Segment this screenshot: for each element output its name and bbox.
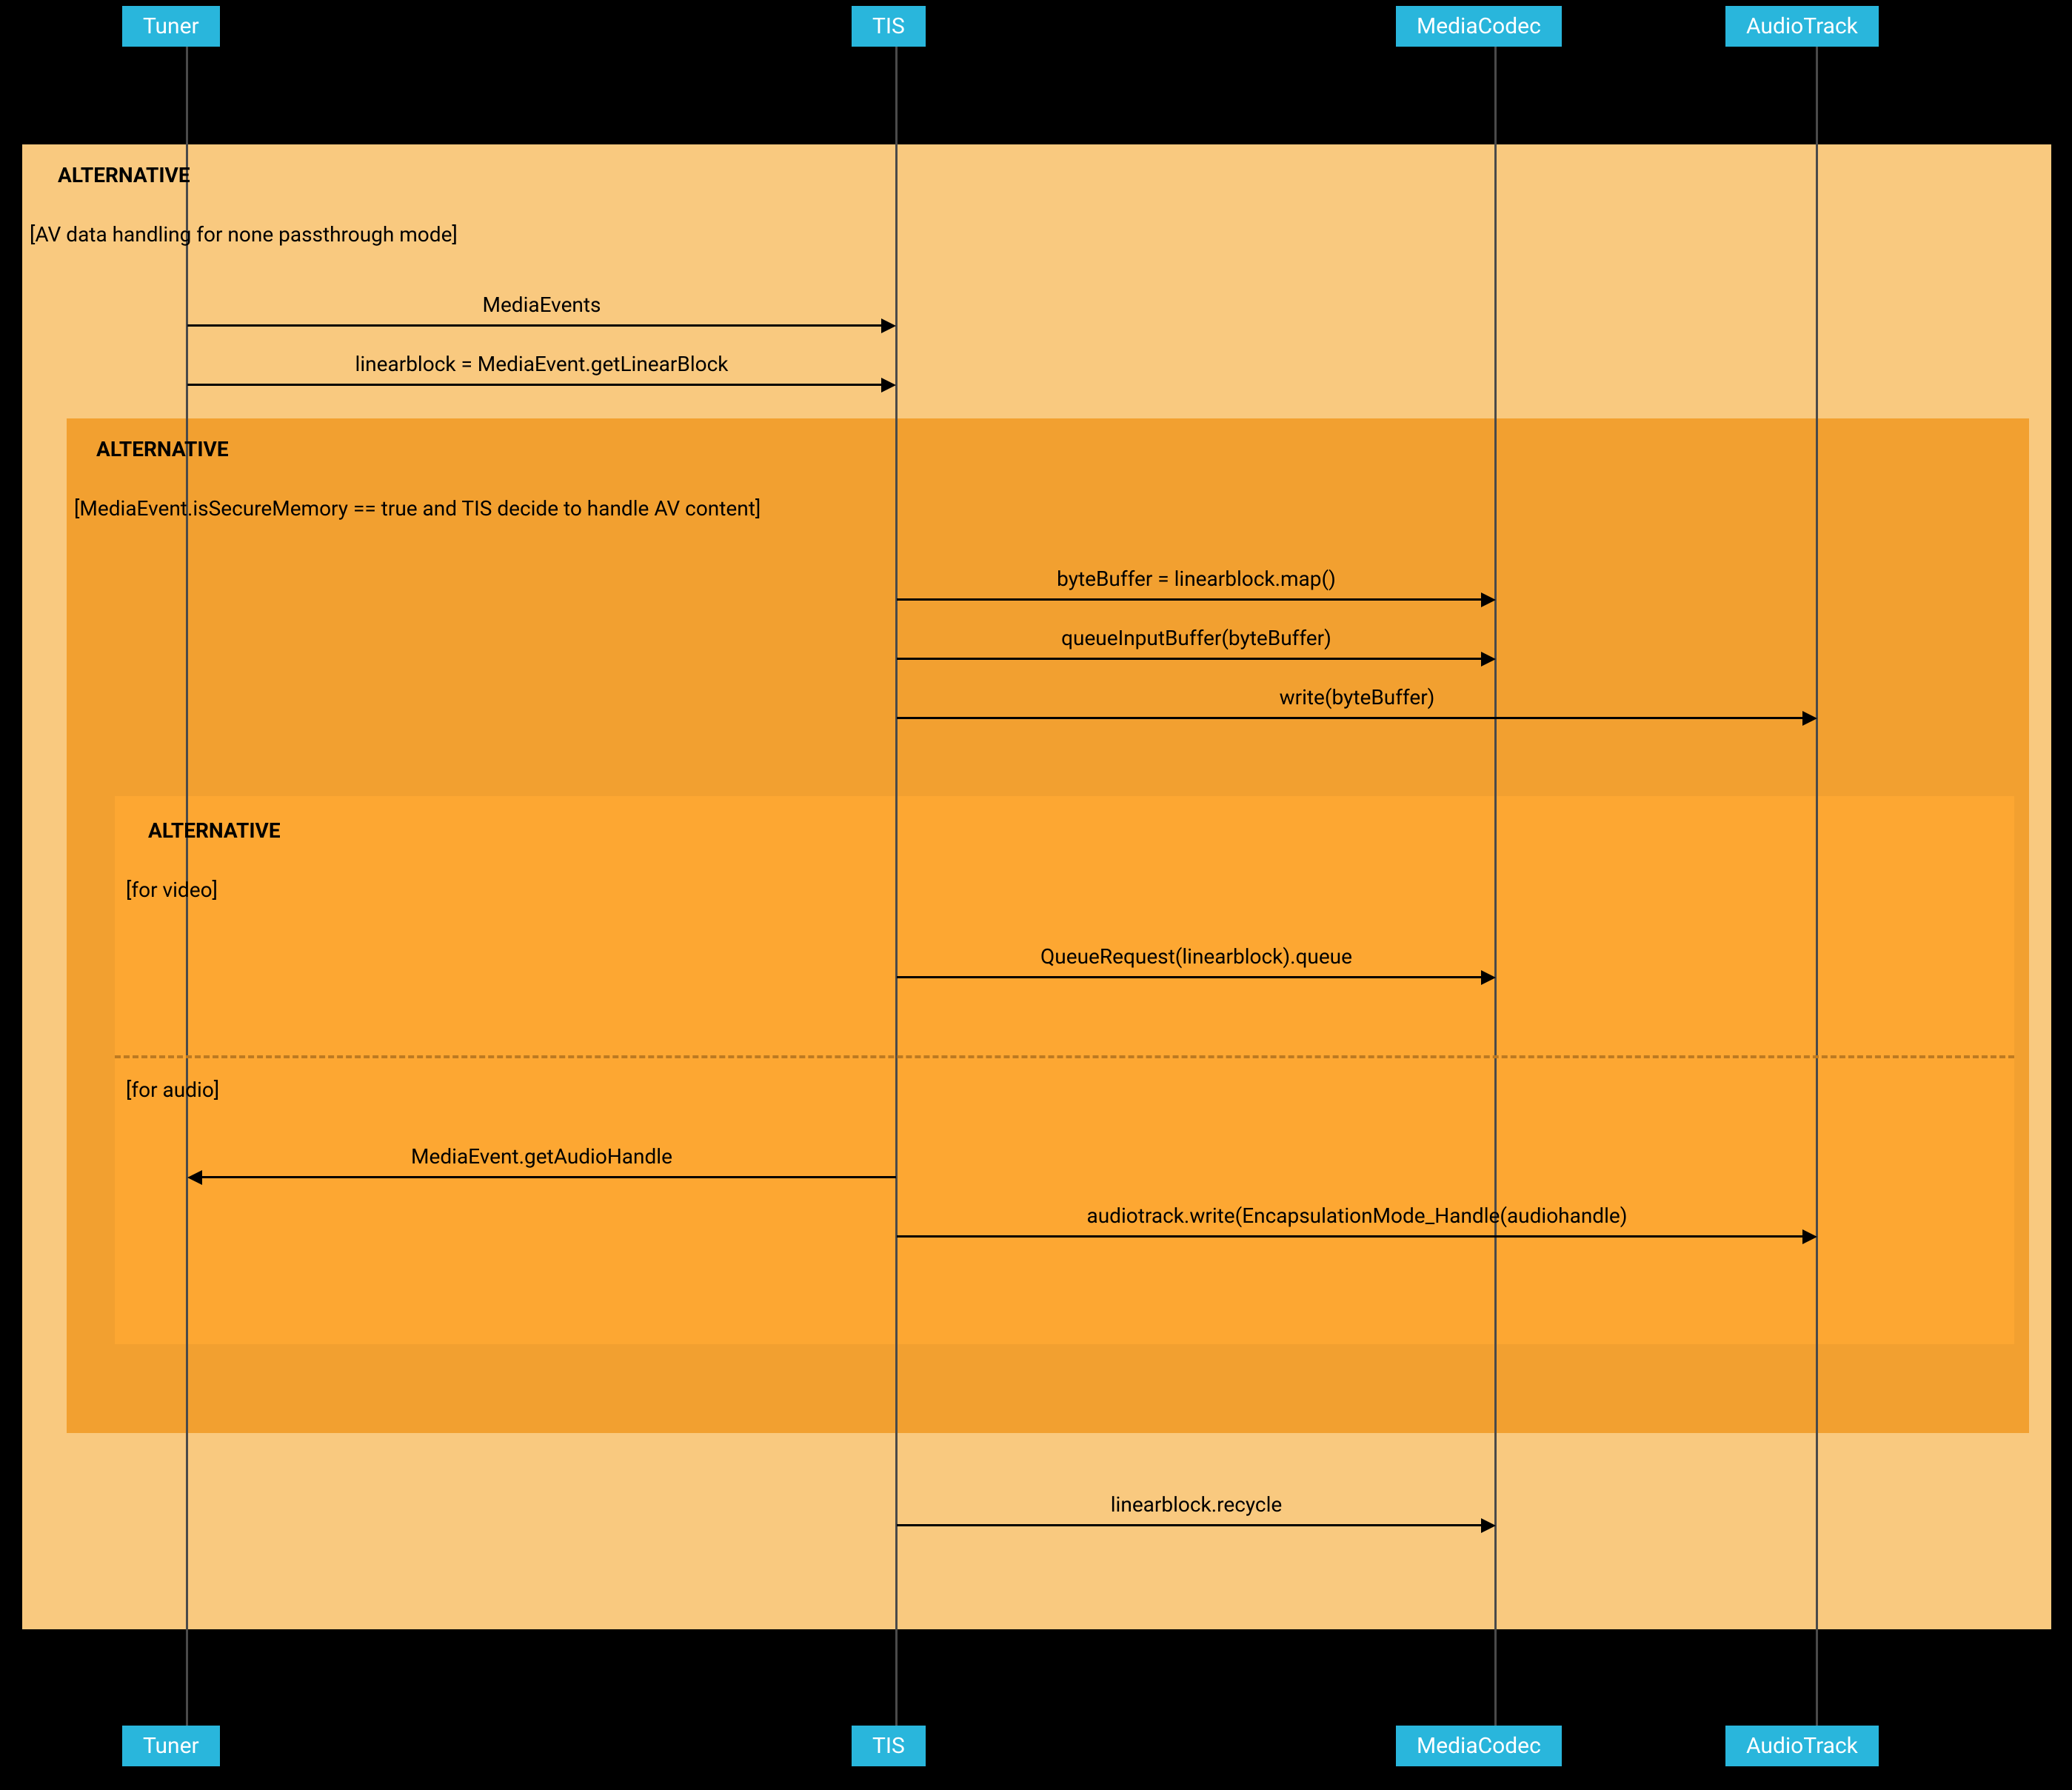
alt-divider [115, 1055, 2014, 1058]
alt-condition-audio: [for audio] [126, 1078, 219, 1102]
msg-mediaevents: MediaEvents [187, 293, 896, 317]
arrowhead-m2 [881, 378, 896, 393]
msg-recycle: linearblock.recycle [897, 1492, 1496, 1517]
lifeline-audiotrack-over [1816, 144, 1818, 1629]
participant-mediacodec-bottom: MediaCodec [1396, 1726, 1562, 1766]
alt-label-middle: ALTERNATIVE [96, 437, 229, 461]
arrow-m9 [897, 1524, 1481, 1526]
alt-condition-outer: [AV data handling for none passthrough m… [30, 222, 458, 247]
arrow-m1 [187, 324, 881, 327]
arrowhead-m8 [1802, 1229, 1817, 1244]
sequence-diagram: Tuner TIS MediaCodec AudioTrack Tuner TI… [0, 0, 2072, 1790]
participant-tis-bottom: TIS [852, 1726, 926, 1766]
alt-box-inner [115, 796, 2014, 1344]
participant-tuner-top: Tuner [122, 6, 220, 47]
msg-write-bytebuffer: write(byteBuffer) [897, 685, 1817, 709]
msg-queueinputbuffer: queueInputBuffer(byteBuffer) [897, 626, 1496, 650]
arrow-m3 [897, 598, 1481, 601]
participant-mediacodec-top: MediaCodec [1396, 6, 1562, 47]
msg-audiotrack-write: audiotrack.write(EncapsulationMode_Handl… [897, 1203, 1817, 1228]
arrowhead-m4 [1481, 652, 1496, 667]
msg-queuerequest: QueueRequest(linearblock).queue [897, 944, 1496, 969]
alt-label-outer: ALTERNATIVE [58, 163, 190, 187]
arrow-m2 [187, 384, 881, 386]
arrowhead-m1 [881, 318, 896, 333]
msg-getlinearblock: linearblock = MediaEvent.getLinearBlock [187, 352, 896, 376]
participant-tis-top: TIS [852, 6, 926, 47]
msg-linearblock-map: byteBuffer = linearblock.map() [897, 567, 1496, 591]
alt-label-inner: ALTERNATIVE [148, 818, 281, 843]
alt-condition-video: [for video] [126, 878, 218, 902]
msg-getaudiohandle: MediaEvent.getAudioHandle [187, 1144, 896, 1169]
arrowhead-m5 [1802, 711, 1817, 726]
lifeline-mediacodec-over [1494, 144, 1497, 1629]
arrow-m8 [897, 1235, 1802, 1238]
participant-audiotrack-bottom: AudioTrack [1725, 1726, 1879, 1766]
participant-tuner-bottom: Tuner [122, 1726, 220, 1766]
arrowhead-m7 [187, 1170, 202, 1185]
arrow-m5 [897, 717, 1802, 719]
arrowhead-m3 [1481, 592, 1496, 607]
participant-audiotrack-top: AudioTrack [1725, 6, 1879, 47]
arrowhead-m6 [1481, 970, 1496, 985]
arrowhead-m9 [1481, 1518, 1496, 1533]
arrow-m7 [202, 1176, 896, 1178]
alt-condition-middle: [MediaEvent.isSecureMemory == true and T… [74, 496, 761, 521]
arrow-m4 [897, 658, 1481, 660]
arrow-m6 [897, 976, 1481, 978]
